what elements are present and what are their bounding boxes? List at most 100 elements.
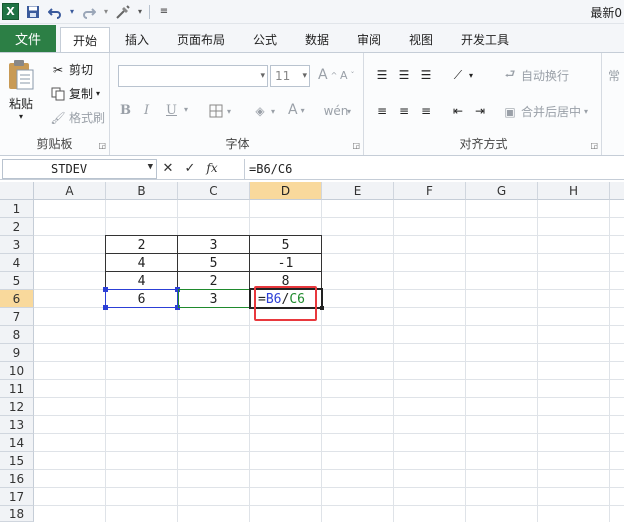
clipboard-launcher-icon[interactable]: ◲ [98,141,106,150]
font-name-dropdown[interactable]: ▾ [118,65,268,87]
font-launcher-icon[interactable]: ◲ [352,141,360,150]
increase-indent-button[interactable]: ⇥ [472,103,488,119]
gridline [34,325,624,326]
formula-input[interactable]: =B6/C6 [244,159,624,179]
fill-handle[interactable] [320,306,324,310]
tab-view[interactable]: 视图 [400,27,442,52]
save-icon[interactable] [25,4,41,20]
number-format-dropdown[interactable]: 常 [608,67,620,84]
cell-b4[interactable]: 4 [106,254,177,272]
tab-formulas[interactable]: 公式 [244,27,286,52]
tab-developer[interactable]: 开发工具 [452,27,518,52]
excel-logo-icon: X [2,3,19,20]
row-header-13[interactable]: 13 [0,416,34,434]
row-header-2[interactable]: 2 [0,218,34,236]
cancel-icon[interactable]: ✕ [160,160,176,176]
redo-dropdown-icon[interactable]: ▾ [103,4,109,20]
grow-font-button[interactable]: A ^ [318,67,337,83]
row-header-3[interactable]: 3 [0,236,34,254]
tab-insert[interactable]: 插入 [114,27,160,52]
row-header-1[interactable]: 1 [0,200,34,218]
tab-home[interactable]: 开始 [60,27,110,52]
phonetic-guide-button[interactable]: wén ▾ [324,103,351,119]
column-header-b[interactable]: B [106,182,178,200]
fill-color-button[interactable]: ◈ ▾ [252,103,275,119]
row-header-4[interactable]: 4 [0,254,34,272]
cell-b5[interactable]: 4 [106,272,177,290]
tools-dropdown-icon[interactable]: ▾ [137,4,143,20]
reference-handle[interactable] [103,305,108,310]
reference-highlight-c6 [178,289,250,308]
cut-button[interactable]: ✂ 剪切 [50,61,93,78]
column-header-g[interactable]: G [466,182,538,200]
align-right-button[interactable]: ≡ [418,103,434,119]
column-header-f[interactable]: F [394,182,466,200]
undo-icon[interactable] [47,4,63,20]
row-header-5[interactable]: 5 [0,272,34,290]
column-header-d[interactable]: D [250,182,322,200]
customize-qat-icon[interactable]: ≡ [156,4,172,20]
tools-icon[interactable] [115,4,131,20]
align-bottom-button[interactable]: ☰ [418,67,434,83]
cell-b3[interactable]: 2 [106,236,177,254]
align-center-icon: ≡ [398,104,410,118]
paste-button[interactable]: 粘贴 ▾ [6,59,36,121]
cell-c5[interactable]: 2 [178,272,249,290]
undo-dropdown-icon[interactable]: ▾ [69,4,75,20]
bold-button[interactable]: B [120,103,131,118]
enter-icon[interactable]: ✓ [182,160,198,176]
cell-d3[interactable]: 5 [250,236,321,254]
row-header-8[interactable]: 8 [0,326,34,344]
row-header-7[interactable]: 7 [0,308,34,326]
underline-dropdown-icon[interactable]: ▾ [184,105,188,114]
tab-data[interactable]: 数据 [296,27,338,52]
paintbrush-icon: 🖌 [50,110,66,125]
align-top-button[interactable]: ☰ [374,67,390,83]
decrease-indent-button[interactable]: ⇤ [450,103,466,119]
row-header-18[interactable]: 18 [0,506,34,522]
format-painter-button[interactable]: 🖌 格式刷 [50,109,105,126]
italic-button[interactable]: I [144,103,149,118]
row-header-17[interactable]: 17 [0,488,34,506]
select-all-corner[interactable] [0,182,34,200]
align-left-button[interactable]: ≡ [374,103,390,119]
wrap-text-button[interactable]: ⮐ 自动换行 [502,67,569,84]
align-middle-button[interactable]: ☰ [396,67,412,83]
tab-page-layout[interactable]: 页面布局 [166,27,236,52]
name-box-dropdown-icon[interactable]: ▼ [148,162,153,172]
alignment-launcher-icon[interactable]: ◲ [590,141,598,150]
shrink-font-button[interactable]: Aˇ [340,69,355,82]
column-header-c[interactable]: C [178,182,250,200]
orientation-button[interactable]: ⟋ ▾ [450,67,473,83]
row-header-15[interactable]: 15 [0,452,34,470]
cell-c3[interactable]: 3 [178,236,249,254]
name-box[interactable]: STDEV ▼ [2,159,157,179]
row-header-6[interactable]: 6 [0,290,34,308]
tab-file[interactable]: 文件 [0,25,56,52]
align-center-button[interactable]: ≡ [396,103,412,119]
font-color-button[interactable]: A ▾ [288,102,305,118]
merge-center-button[interactable]: ▣ 合并后居中 ▾ [502,103,588,120]
cell-d4[interactable]: -1 [250,254,321,272]
insert-function-icon[interactable]: fx [204,160,220,176]
copy-button[interactable]: 复制 ▾ [50,85,100,102]
row-header-10[interactable]: 10 [0,362,34,380]
column-header-e[interactable]: E [322,182,394,200]
row-header-14[interactable]: 14 [0,434,34,452]
column-header-a[interactable]: A [34,182,106,200]
column-header-i[interactable] [610,182,624,200]
reference-handle[interactable] [103,287,108,292]
underline-button[interactable]: U [166,103,177,118]
redo-icon[interactable] [81,4,97,20]
tab-review[interactable]: 审阅 [348,27,390,52]
cell-c4[interactable]: 5 [178,254,249,272]
row-header-16[interactable]: 16 [0,470,34,488]
row-header-9[interactable]: 9 [0,344,34,362]
font-size-dropdown[interactable]: 11 ▾ [270,65,310,87]
row-header-11[interactable]: 11 [0,380,34,398]
worksheet-grid[interactable]: A B C D E F G H 1 2 3 4 5 6 7 8 9 10 11 … [0,182,624,522]
borders-icon [208,103,224,119]
row-header-12[interactable]: 12 [0,398,34,416]
borders-button[interactable]: ▾ [208,103,231,119]
column-header-h[interactable]: H [538,182,610,200]
